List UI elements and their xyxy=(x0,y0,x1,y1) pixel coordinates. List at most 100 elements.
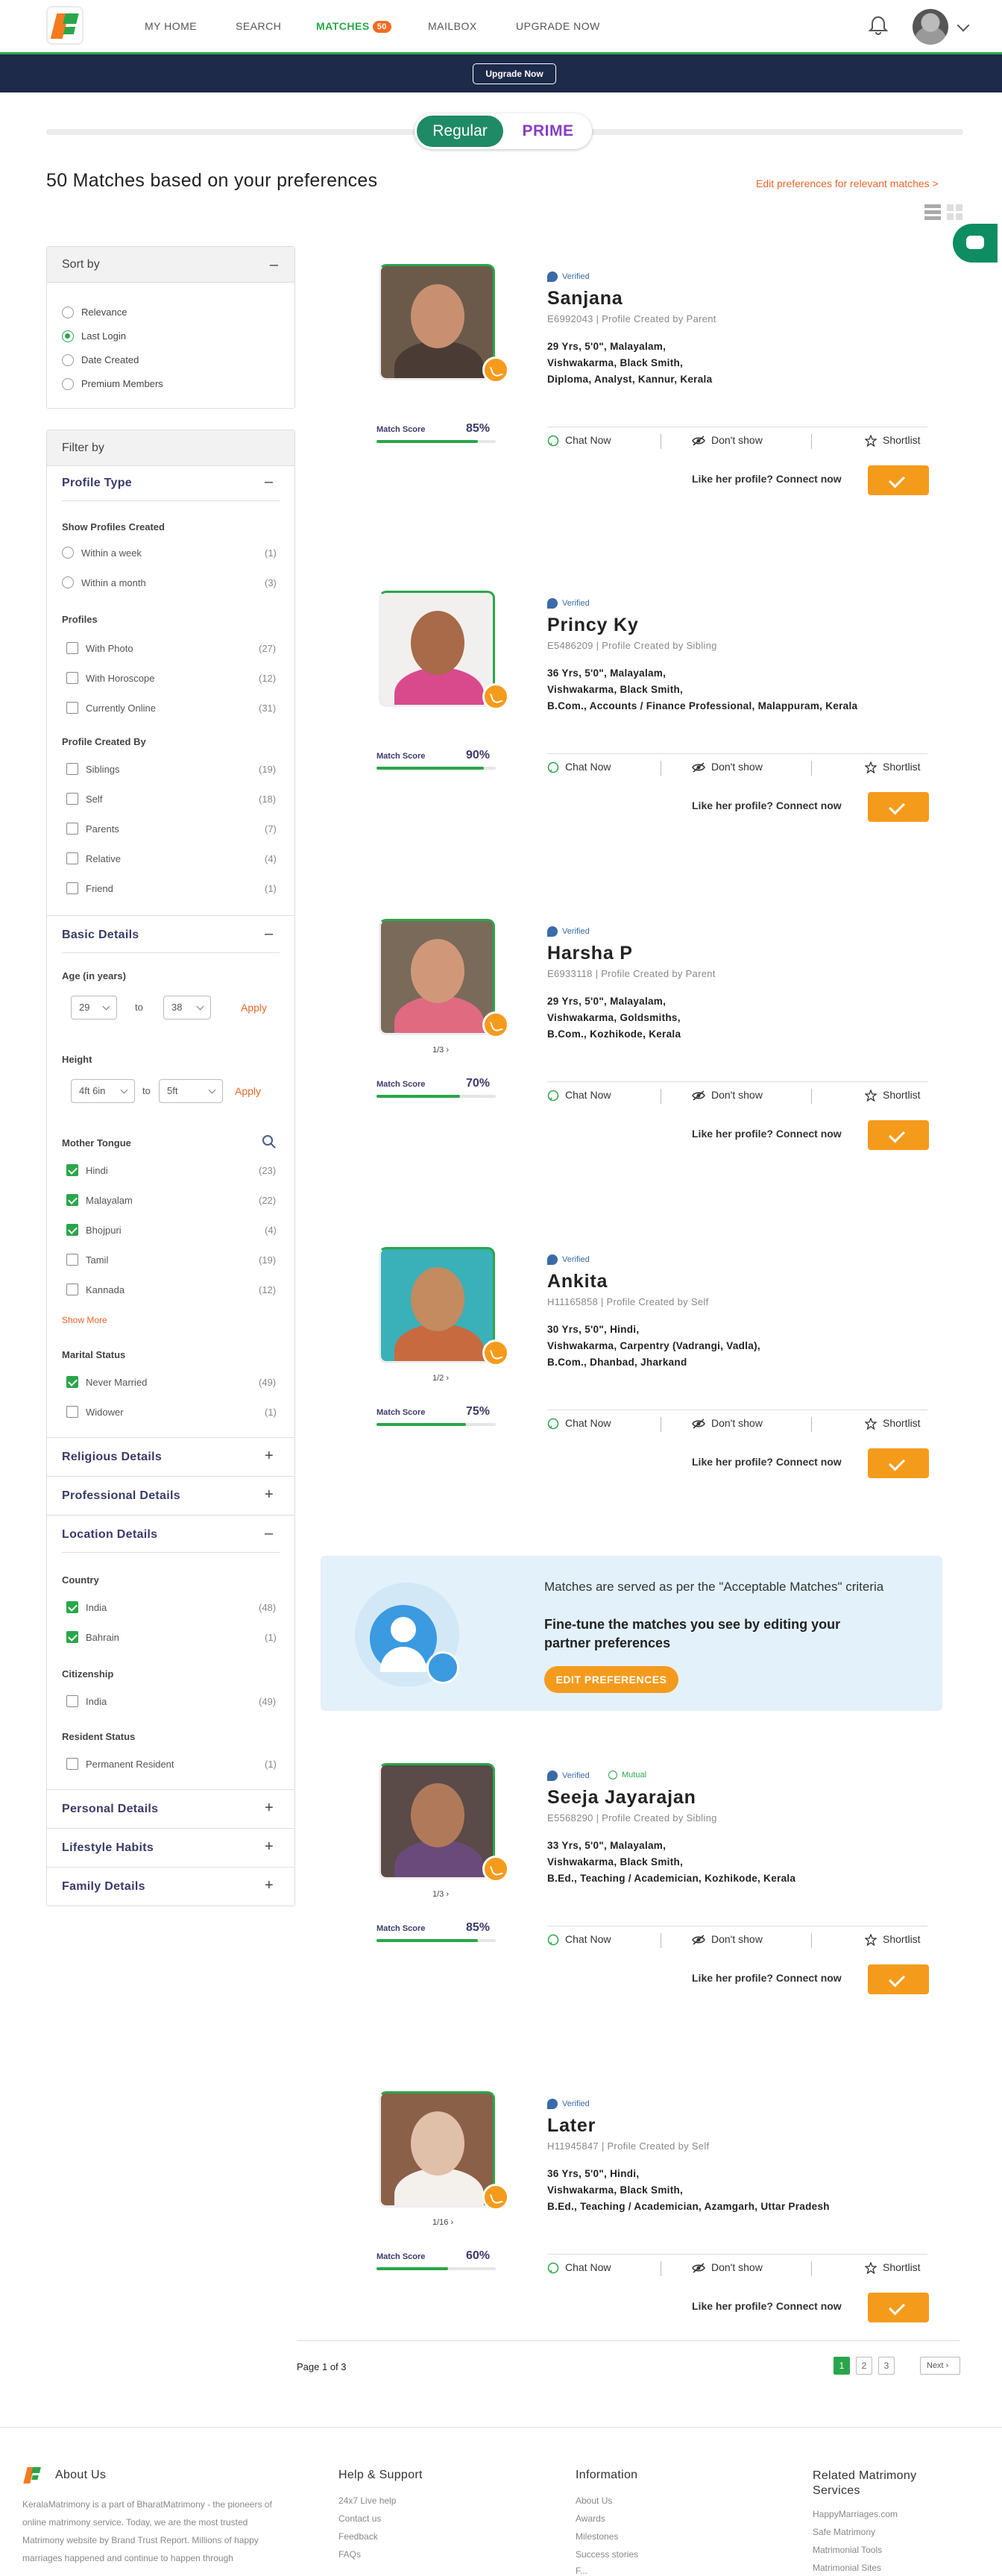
nav-search[interactable]: SEARCH xyxy=(236,0,281,52)
photo-pager[interactable]: 1/16 › xyxy=(432,2218,453,2227)
page-button-3[interactable]: 3 xyxy=(878,2357,895,2375)
shortlist-button[interactable]: Shortlist xyxy=(865,1417,921,1430)
photo-pager[interactable]: 1/2 › xyxy=(432,1374,449,1383)
checkbox-widower[interactable] xyxy=(66,1406,78,1418)
shortlist-button[interactable]: Shortlist xyxy=(865,1933,921,1947)
nav-mailbox[interactable]: MAILBOX xyxy=(428,0,477,52)
notification-bell-icon[interactable] xyxy=(868,15,889,36)
page-button-2[interactable]: 2 xyxy=(856,2357,872,2375)
checkbox-malayalam[interactable] xyxy=(66,1194,78,1206)
profile-name[interactable]: Princy Ky xyxy=(547,615,639,636)
shortlist-button[interactable]: Shortlist xyxy=(865,761,921,774)
toggle-prime[interactable]: PRIME xyxy=(510,116,586,147)
chat-now-button[interactable]: Chat Now xyxy=(547,1933,611,1946)
photo-pager[interactable]: 1/3 › xyxy=(432,1890,449,1899)
profile-card[interactable]: 1/3 › Match Score 70% Verified Harsha P E6933… xyxy=(373,919,932,1172)
chevron-down-icon[interactable] xyxy=(957,19,970,32)
dont-show-button[interactable]: Don't show xyxy=(692,2261,763,2273)
dont-show-button[interactable]: Don't show xyxy=(692,1417,763,1429)
chat-now-button[interactable]: Chat Now xyxy=(547,434,611,447)
footer-link[interactable]: Milestones xyxy=(576,2531,618,2542)
chat-now-button[interactable]: Chat Now xyxy=(547,1089,611,1102)
collapse-icon[interactable]: – xyxy=(265,474,273,491)
checkbox-kannada[interactable] xyxy=(66,1284,78,1295)
edit-preferences-button[interactable]: EDIT PREFERENCES xyxy=(544,1666,678,1693)
footer-link[interactable]: F... xyxy=(576,2566,587,2576)
height-to-select[interactable]: 5ft xyxy=(159,1079,223,1103)
dont-show-button[interactable]: Don't show xyxy=(692,761,763,773)
footer-link[interactable]: 24x7 Live help xyxy=(338,2495,396,2506)
profile-photo[interactable] xyxy=(379,591,495,707)
dont-show-button[interactable]: Don't show xyxy=(692,1089,763,1101)
shortlist-button[interactable]: Shortlist xyxy=(865,2261,921,2275)
footer-link[interactable]: Safe Matrimony xyxy=(813,2527,875,2537)
checkbox-parents[interactable] xyxy=(66,823,78,835)
profile-photo[interactable] xyxy=(379,1763,495,1879)
professional-details-heading[interactable]: Professional Details xyxy=(62,1489,180,1503)
collapse-icon[interactable]: – xyxy=(265,1525,273,1542)
connect-checkmark-button[interactable] xyxy=(868,1448,929,1478)
footer-link[interactable]: Awards xyxy=(576,2513,605,2524)
checkbox-relative[interactable] xyxy=(66,852,78,864)
nav-upgrade-now[interactable]: UPGRADE NOW xyxy=(516,0,600,52)
expand-icon[interactable]: + xyxy=(265,1838,274,1856)
sort-radio-last-login[interactable] xyxy=(62,330,74,342)
lifestyle-habits-heading[interactable]: Lifestyle Habits xyxy=(62,1841,154,1855)
call-icon[interactable] xyxy=(482,1339,509,1366)
connect-checkmark-button[interactable] xyxy=(868,465,929,495)
checkbox-with-horoscope[interactable] xyxy=(66,672,78,684)
next-page-button[interactable]: Next › xyxy=(920,2357,960,2375)
chat-support-button[interactable] xyxy=(953,224,998,263)
checkbox-hindi[interactable] xyxy=(66,1164,78,1176)
sort-radio-premium[interactable] xyxy=(62,378,74,390)
checkbox-friend[interactable] xyxy=(66,882,78,894)
profile-card[interactable]: 1/16 › Match Score 60% Verified Later H119458… xyxy=(373,2091,932,2345)
checkbox-never-married[interactable] xyxy=(66,1376,78,1388)
profile-photo[interactable] xyxy=(379,2091,495,2208)
dont-show-button[interactable]: Don't show xyxy=(692,1933,763,1945)
age-from-select[interactable]: 29 xyxy=(71,996,117,1020)
chat-now-button[interactable]: Chat Now xyxy=(547,761,611,773)
family-details-heading[interactable]: Family Details xyxy=(62,1880,145,1894)
checkbox-self[interactable] xyxy=(66,793,78,805)
checkbox-india[interactable] xyxy=(66,1601,78,1613)
expand-icon[interactable]: + xyxy=(265,1800,274,1817)
sort-radio-relevance[interactable] xyxy=(62,307,74,318)
checkbox-siblings[interactable] xyxy=(66,763,78,775)
show-more-link[interactable]: Show More xyxy=(62,1315,107,1325)
footer-link[interactable]: Success stories xyxy=(576,2549,638,2560)
profile-photo[interactable] xyxy=(379,264,495,380)
profile-name[interactable]: Sanjana xyxy=(547,288,623,310)
checkbox-citizenship-india[interactable] xyxy=(66,1695,78,1707)
profile-photo[interactable] xyxy=(379,919,495,1035)
religious-details-heading[interactable]: Religious Details xyxy=(62,1451,162,1464)
page-button-1[interactable]: 1 xyxy=(834,2357,850,2375)
nav-my-home[interactable]: MY HOME xyxy=(145,0,197,52)
checkbox-bahrain[interactable] xyxy=(66,1631,78,1643)
call-icon[interactable] xyxy=(482,683,509,710)
profile-name[interactable]: Later xyxy=(547,2115,596,2137)
call-icon[interactable] xyxy=(482,356,509,383)
profile-card[interactable]: 1/3 › Match Score 85% Verified Mutual Seeja J… xyxy=(373,1763,932,2017)
connect-checkmark-button[interactable] xyxy=(868,2293,929,2322)
profile-card[interactable]: Match Score 90% Verified Princy Ky E5486209 … xyxy=(373,591,932,844)
site-logo[interactable] xyxy=(46,6,84,45)
call-icon[interactable] xyxy=(482,1011,509,1038)
profile-card[interactable]: 1/2 › Match Score 75% Verified Ankita H111658… xyxy=(373,1247,932,1501)
height-apply-button[interactable]: Apply xyxy=(235,1085,261,1097)
checkbox-with-photo[interactable] xyxy=(66,642,78,654)
footer-link[interactable]: HappyMarriages.com xyxy=(813,2509,898,2519)
connect-checkmark-button[interactable] xyxy=(868,792,929,822)
checkbox-currently-online[interactable] xyxy=(66,702,78,714)
height-from-select[interactable]: 4ft 6in xyxy=(71,1079,135,1103)
dont-show-button[interactable]: Don't show xyxy=(692,434,763,446)
regular-prime-toggle[interactable]: Regular PRIME xyxy=(415,113,592,149)
sort-header[interactable]: Sort by – xyxy=(47,247,294,283)
search-icon[interactable] xyxy=(262,1134,277,1149)
profile-type-heading[interactable]: Profile Type xyxy=(62,477,132,490)
location-details-heading[interactable]: Location Details xyxy=(62,1528,157,1542)
profile-name[interactable]: Harsha P xyxy=(547,943,633,964)
upgrade-now-button[interactable]: Upgrade Now xyxy=(473,63,556,84)
edit-preferences-link[interactable]: Edit preferences for relevant matches > xyxy=(756,178,939,189)
nav-matches[interactable]: MATCHES 50 xyxy=(316,0,391,52)
